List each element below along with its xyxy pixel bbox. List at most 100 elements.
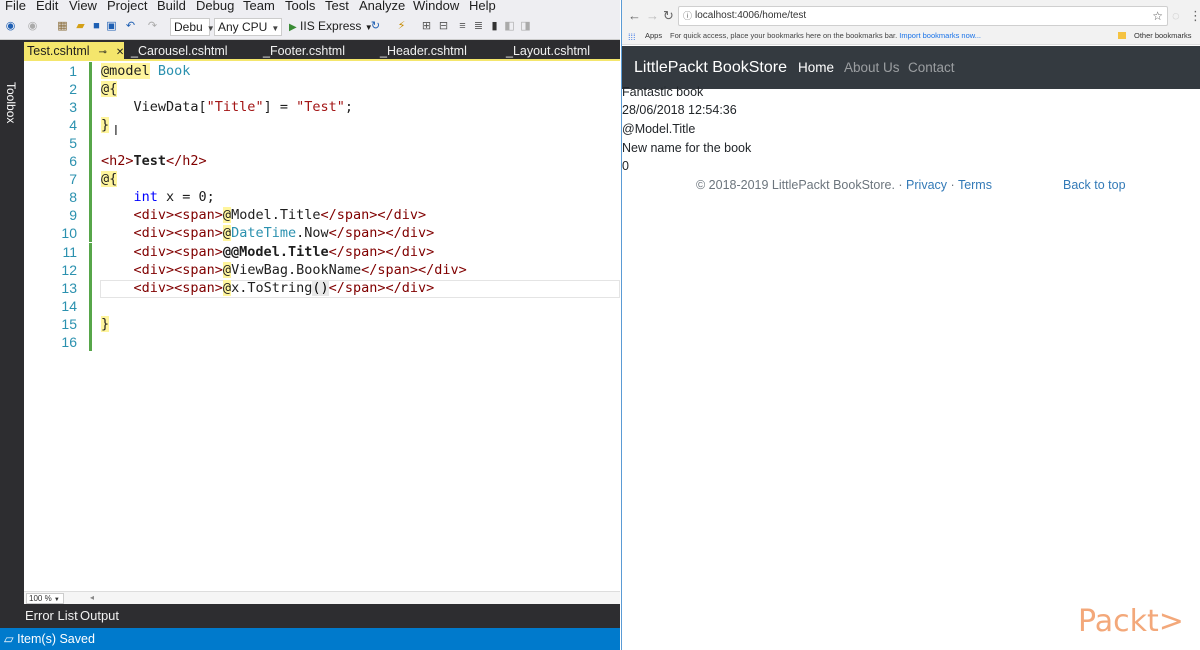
code-line[interactable]: 8 int x = 0; — [24, 188, 620, 207]
code-token: @ — [222, 225, 232, 242]
line-number: 3 — [69, 99, 77, 116]
tab-output[interactable]: Output — [80, 608, 119, 623]
code-token: @model — [101, 63, 150, 79]
code-text: } — [101, 315, 110, 333]
change-marker — [89, 62, 92, 80]
tab-error-list[interactable]: Error List — [25, 608, 78, 623]
code-token: () — [312, 279, 329, 296]
change-marker — [89, 278, 92, 297]
back-to-top-link[interactable]: Back to top — [1063, 178, 1126, 192]
menu-build[interactable]: Build — [157, 0, 186, 14]
site-brand[interactable]: LittlePackt BookStore — [634, 59, 787, 77]
browser-toolbar: ← → ↻ ⓘ localhost:4006/home/test ☆ ◌ ⋮ — [622, 0, 1200, 30]
star-icon[interactable]: ☆ — [1152, 7, 1163, 25]
bookmarks-hint: For quick access, place your bookmarks h… — [670, 30, 981, 42]
menu-edit[interactable]: Edit — [36, 0, 58, 14]
zoom-dropdown[interactable]: 100 % ▼ — [26, 593, 64, 604]
info-icon[interactable]: ⓘ — [683, 7, 692, 25]
code-line[interactable]: 14 — [24, 296, 620, 315]
apps-grid-icon[interactable]: ⁞⁞⁞ — [628, 31, 636, 43]
indent-icon[interactable]: ≡ — [456, 20, 469, 33]
menu-test[interactable]: Test — [325, 0, 349, 14]
bookmark-icon[interactable]: ▮ — [488, 20, 501, 33]
browser-link-icon[interactable]: ⚡ — [395, 20, 408, 33]
next-bookmark-icon[interactable]: ◨ — [519, 20, 532, 33]
import-bookmarks-link[interactable]: Import bookmarks now... — [899, 31, 981, 40]
undo-icon[interactable]: ↶ — [124, 20, 137, 33]
address-bar[interactable]: ⓘ localhost:4006/home/test ☆ — [678, 6, 1168, 26]
forward-nav-icon[interactable]: ◉ — [26, 20, 39, 33]
other-bookmarks[interactable]: Other bookmarks — [1134, 30, 1192, 42]
prev-bookmark-icon[interactable]: ◧ — [503, 20, 516, 33]
nav-contact[interactable]: Contact — [908, 60, 955, 75]
menu-window[interactable]: Window — [413, 0, 459, 14]
line-number: 13 — [61, 279, 77, 296]
code-token: DateTime — [231, 225, 297, 242]
save-icon[interactable]: ■ — [90, 20, 103, 33]
menu-debug[interactable]: Debug — [196, 0, 234, 14]
find-icon[interactable]: ⊞ — [420, 20, 433, 33]
redo-icon[interactable]: ↷ — [146, 20, 159, 33]
code-line[interactable]: 2 @{ — [24, 80, 620, 99]
menu-file[interactable]: File — [5, 0, 26, 14]
extension-icon[interactable]: ◌ — [1172, 8, 1180, 23]
line-number: 4 — [69, 117, 77, 134]
refresh-icon[interactable]: ↻ — [369, 20, 382, 33]
text-cursor-icon: I — [114, 124, 118, 139]
reload-icon[interactable]: ↻ — [663, 8, 674, 24]
menu-dots-icon[interactable]: ⋮ — [1189, 8, 1200, 24]
tab-label: _Header.cshtml — [380, 44, 467, 58]
code-token: Test — [133, 153, 167, 170]
code-line[interactable]: 6 <h2>Test</h2> — [24, 152, 620, 171]
menu-team[interactable]: Team — [243, 0, 275, 14]
code-line[interactable]: 10 <div><span>@DateTime.Now</span></div> — [24, 224, 620, 243]
platform-dropdown[interactable]: Any CPU ▼ — [214, 18, 282, 36]
code-line[interactable]: 9 <div><span>@Model.Title</span></div> — [24, 206, 620, 225]
step-icon[interactable]: ⊟ — [437, 20, 450, 33]
outdent-icon[interactable]: ≣ — [472, 20, 485, 33]
configuration-dropdown[interactable]: Debu ▼ — [170, 18, 215, 36]
terms-link[interactable]: Terms — [958, 178, 992, 192]
toolbox-panel[interactable]: Toolbox — [0, 40, 24, 628]
code-line[interactable]: 12 <div><span>@ViewBag.BookName</span></… — [24, 260, 620, 279]
code-line[interactable]: 16 — [24, 332, 620, 351]
menu-help[interactable]: Help — [469, 0, 496, 14]
code-token: </span></div> — [328, 243, 435, 260]
menu-project[interactable]: Project — [107, 0, 147, 14]
code-line[interactable]: 7 @{ — [24, 170, 620, 189]
line-number: 12 — [61, 261, 77, 278]
pin-icon[interactable]: ⊸ — [99, 47, 107, 58]
code-line[interactable]: 1 @model Book — [24, 62, 620, 80]
code-token: } — [101, 315, 110, 332]
save-all-icon[interactable]: ▣ — [105, 20, 118, 33]
code-token: <div><span> — [133, 225, 223, 242]
run-button[interactable]: ▶ IIS Express ▼ — [289, 18, 373, 36]
code-editor[interactable]: 1 @model Book 2 @{3 ViewData["Title"] = "Te… — [24, 61, 620, 591]
code-line[interactable]: 15} — [24, 314, 620, 333]
editor-horizontal-scrollbar[interactable]: 100 % ▼ ◂ — [24, 591, 620, 604]
back-nav-icon[interactable]: ◉ — [4, 20, 17, 33]
folder-icon — [1118, 32, 1126, 39]
change-marker — [89, 224, 92, 243]
open-file-icon[interactable]: ▰ — [74, 20, 87, 33]
new-project-icon[interactable]: ▦ — [56, 20, 69, 33]
scroll-left-icon[interactable]: ◂ — [90, 593, 94, 602]
nav-about-us[interactable]: About Us — [844, 60, 900, 75]
menu-analyze[interactable]: Analyze — [359, 0, 405, 14]
code-line[interactable]: 11 <div><span>@@Model.Title</span></div> — [24, 242, 620, 261]
apps-link[interactable]: Apps — [645, 30, 662, 42]
line-number: 16 — [61, 333, 77, 350]
nav-home[interactable]: Home — [798, 60, 834, 75]
output-line-2: 28/06/2018 12:54:36 — [622, 103, 737, 117]
menu-view[interactable]: View — [69, 0, 97, 14]
code-line[interactable]: 13 <div><span>@x.ToString()</span></div> — [24, 278, 620, 297]
change-marker — [89, 332, 92, 351]
code-line[interactable]: 3 ViewData["Title"] = "Test"; — [24, 98, 620, 117]
forward-arrow-icon[interactable]: → — [646, 8, 659, 23]
menu-tools[interactable]: Tools — [285, 0, 315, 14]
privacy-link[interactable]: Privacy — [906, 178, 947, 192]
back-arrow-icon[interactable]: ← — [628, 8, 641, 23]
change-marker — [89, 152, 92, 171]
close-icon[interactable]: ✕ — [116, 47, 124, 58]
